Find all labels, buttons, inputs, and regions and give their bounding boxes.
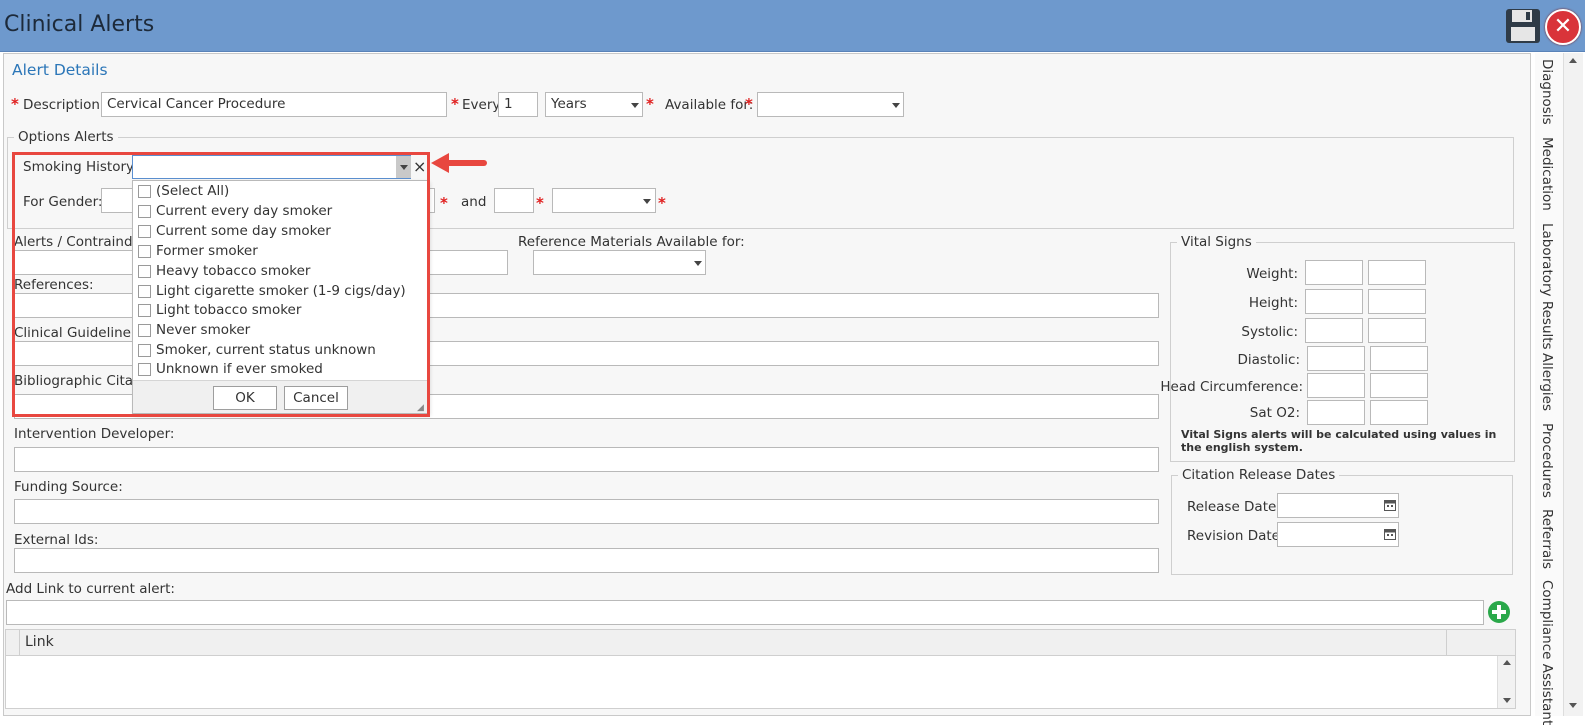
- age-to-field[interactable]: [494, 188, 534, 213]
- funding-source-field[interactable]: [14, 499, 1159, 524]
- citation-release-legend: Citation Release Dates: [1182, 467, 1336, 483]
- calendar-icon[interactable]: [1384, 528, 1396, 540]
- weight-min-field[interactable]: [1305, 260, 1363, 285]
- diastolic-max-field[interactable]: [1370, 346, 1428, 371]
- external-ids-field[interactable]: [14, 548, 1159, 573]
- citation-release-group: Citation Release Dates: [1171, 467, 1513, 575]
- required-marker: *: [745, 95, 753, 113]
- required-marker: *: [11, 95, 19, 113]
- plus-circle-icon[interactable]: [1487, 600, 1511, 624]
- description-value: Cervical Cancer Procedure: [107, 96, 286, 112]
- scroll-up-icon[interactable]: [1503, 660, 1511, 665]
- window-title: Clinical Alerts: [4, 12, 155, 37]
- tab-diagnosis[interactable]: Diagnosis: [1539, 59, 1555, 125]
- reference-materials-label: Reference Materials Available for:: [518, 234, 745, 250]
- calendar-icon[interactable]: [1384, 499, 1396, 511]
- available-for-label: Available for:: [665, 97, 754, 113]
- height-min-field[interactable]: [1305, 289, 1363, 314]
- release-date-field[interactable]: [1277, 493, 1399, 518]
- head-circumference-min-field[interactable]: [1307, 373, 1365, 398]
- scroll-up-icon[interactable]: [1569, 58, 1577, 63]
- add-link-label: Add Link to current alert:: [6, 581, 175, 597]
- scroll-down-icon[interactable]: [1569, 703, 1577, 708]
- grid-scrollbar[interactable]: [1497, 656, 1515, 708]
- scroll-down-icon[interactable]: [1503, 698, 1511, 703]
- add-link-field[interactable]: [6, 600, 1484, 625]
- every-value: 1: [504, 96, 513, 112]
- release-date-label: Release Date:: [1187, 499, 1281, 515]
- chevron-down-icon: [892, 103, 900, 108]
- period-select[interactable]: Years: [545, 92, 643, 117]
- sat-o2-max-field[interactable]: [1370, 400, 1428, 425]
- weight-label: Weight:: [1246, 266, 1298, 282]
- callout-arrow: [431, 153, 487, 173]
- required-marker: *: [646, 95, 654, 113]
- main-scrollbar[interactable]: [1563, 53, 1583, 716]
- every-field[interactable]: 1: [498, 92, 538, 117]
- side-tabs: Diagnosis Medication Laboratory Results …: [1535, 53, 1563, 725]
- diastolic-min-field[interactable]: [1307, 346, 1365, 371]
- required-marker: *: [440, 194, 448, 212]
- options-alerts-legend: Options Alerts: [18, 129, 114, 145]
- floppy-disk-icon[interactable]: [1505, 8, 1541, 44]
- title-bar: [0, 0, 1585, 52]
- highlight-box: [12, 152, 430, 417]
- description-label: Description:: [23, 97, 105, 113]
- weight-max-field[interactable]: [1368, 260, 1426, 285]
- intervention-developer-field[interactable]: [14, 447, 1159, 472]
- close-icon[interactable]: ✕: [1545, 9, 1581, 45]
- tab-allergies[interactable]: Allergies: [1539, 353, 1555, 411]
- required-marker: *: [658, 194, 666, 212]
- required-marker: *: [451, 95, 459, 113]
- vital-signs-note: Vital Signs alerts will be calculated us…: [1181, 428, 1497, 454]
- reference-materials-select[interactable]: [533, 250, 706, 275]
- tab-procedures[interactable]: Procedures: [1539, 423, 1555, 498]
- alert-details-title: Alert Details: [12, 61, 108, 79]
- revision-date-label: Revision Date:: [1187, 528, 1285, 544]
- intervention-developer-label: Intervention Developer:: [14, 426, 175, 442]
- sat-o2-label: Sat O2:: [1249, 405, 1300, 421]
- systolic-max-field[interactable]: [1368, 318, 1426, 343]
- diastolic-label: Diastolic:: [1237, 352, 1300, 368]
- chevron-down-icon: [643, 199, 651, 204]
- link-column-label: Link: [25, 634, 54, 650]
- revision-date-field[interactable]: [1277, 522, 1399, 547]
- external-ids-label: External Ids:: [14, 532, 99, 548]
- funding-source-label: Funding Source:: [14, 479, 123, 495]
- height-label: Height:: [1248, 295, 1298, 311]
- vital-signs-legend: Vital Signs: [1181, 234, 1252, 250]
- chevron-down-icon: [694, 261, 702, 266]
- age-unit-select[interactable]: [552, 188, 656, 213]
- tab-laboratory-results[interactable]: Laboratory Results: [1539, 223, 1555, 350]
- available-for-select[interactable]: [757, 92, 904, 117]
- tab-referrals[interactable]: Referrals: [1539, 509, 1555, 569]
- height-max-field[interactable]: [1368, 289, 1426, 314]
- and-label: and: [461, 194, 487, 210]
- tab-compliance-assistant[interactable]: Compliance Assistant: [1539, 580, 1555, 725]
- head-circumference-label: Head Circumference:: [1160, 379, 1303, 395]
- systolic-min-field[interactable]: [1305, 318, 1363, 343]
- description-field[interactable]: Cervical Cancer Procedure: [101, 92, 447, 117]
- period-value: Years: [551, 96, 587, 112]
- systolic-label: Systolic:: [1241, 324, 1298, 340]
- required-marker: *: [536, 194, 544, 212]
- head-circumference-max-field[interactable]: [1370, 373, 1428, 398]
- tab-medication[interactable]: Medication: [1539, 137, 1555, 211]
- chevron-down-icon: [631, 103, 639, 108]
- link-column-header[interactable]: Link: [19, 629, 1447, 656]
- sat-o2-min-field[interactable]: [1307, 400, 1365, 425]
